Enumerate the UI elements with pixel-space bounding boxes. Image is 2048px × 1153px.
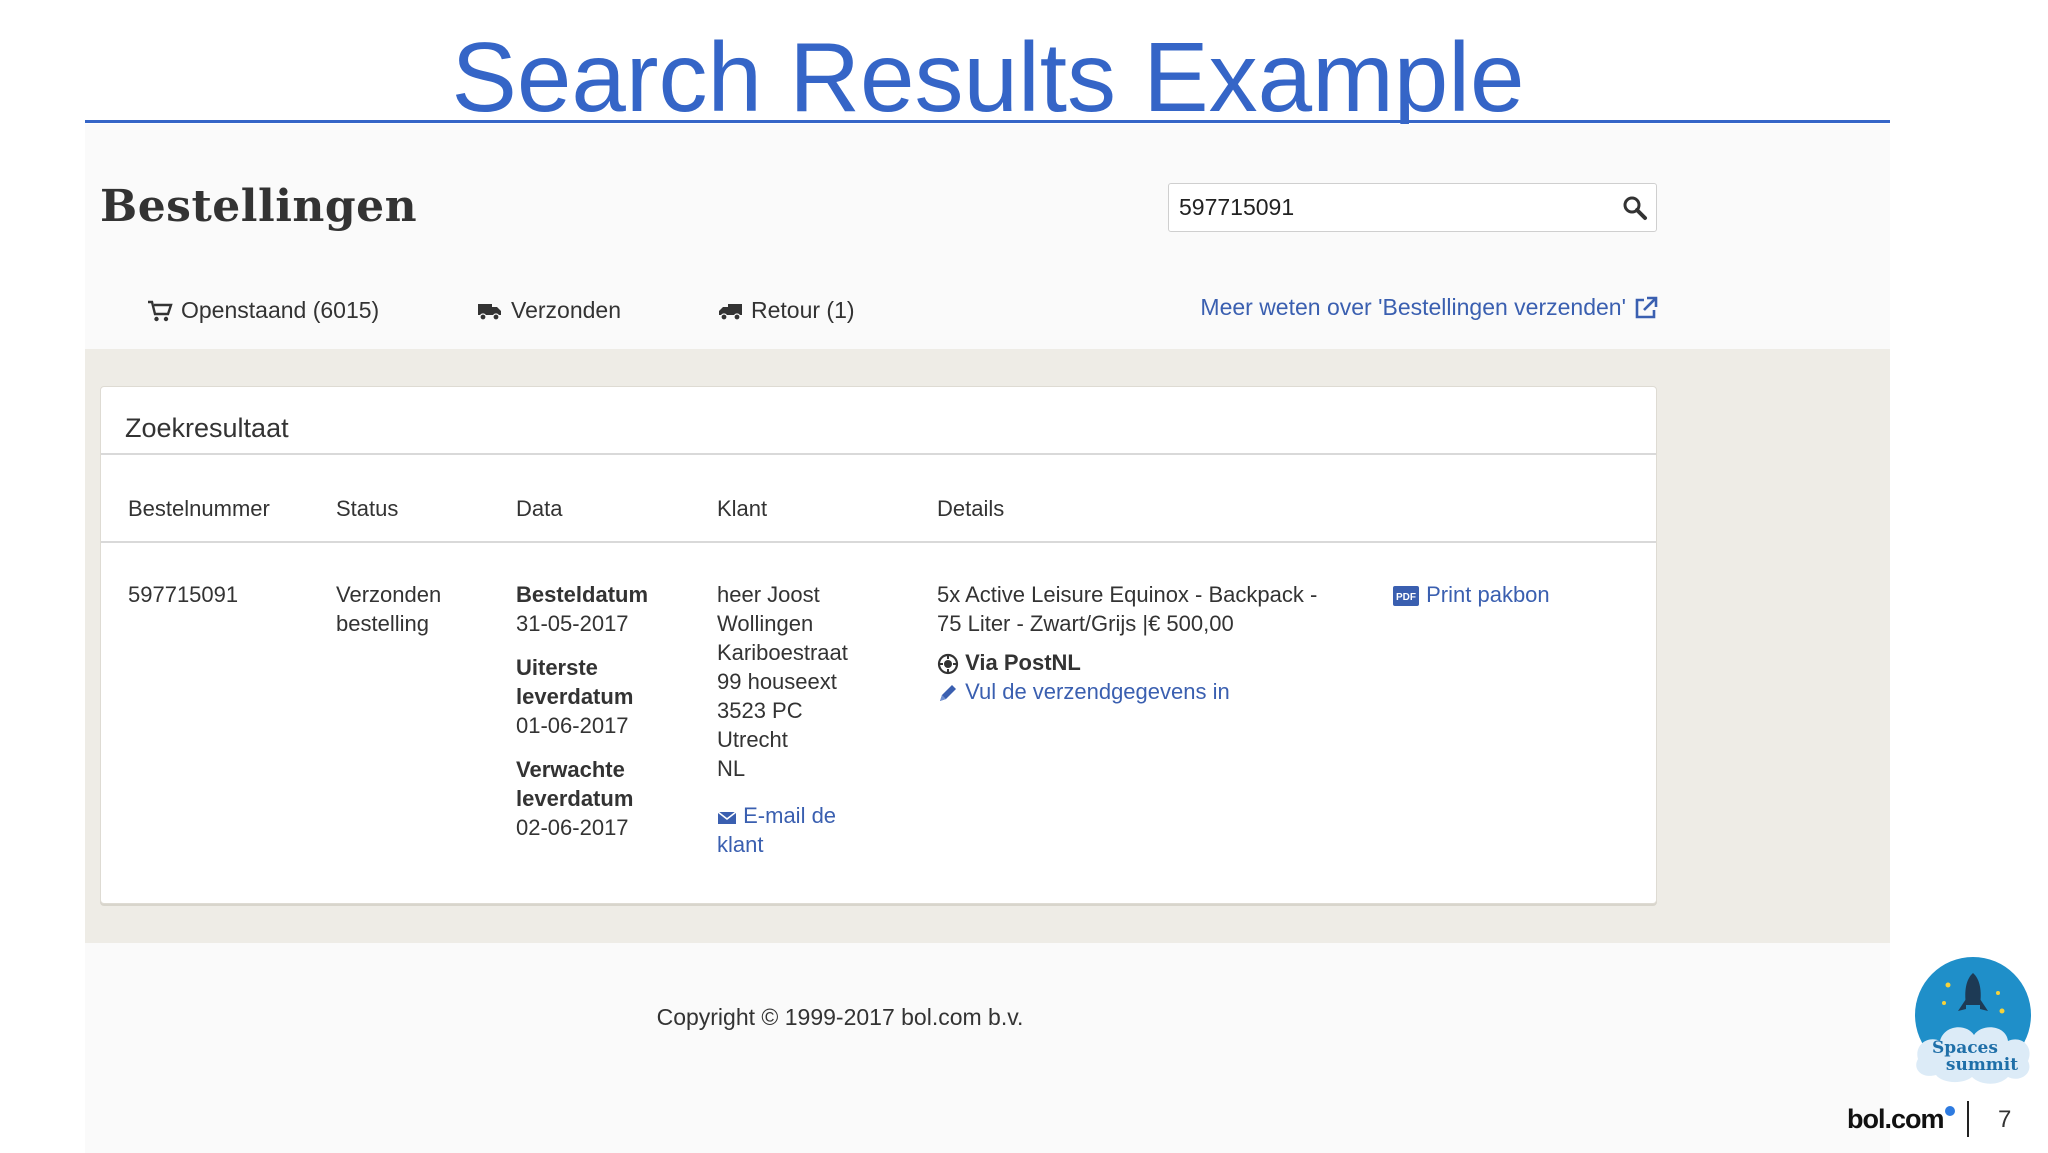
divider (101, 453, 1656, 455)
customer-line: Wollingen (717, 611, 814, 636)
order-dates: Besteldatum 31-05-2017 Uiterste leverdat… (516, 580, 648, 842)
column-header-details: Details (937, 496, 1005, 521)
customer-line: 3523 PC (717, 698, 803, 723)
external-link-icon (1635, 296, 1658, 318)
fill-shipping-label: Vul de verzendgegevens in (965, 679, 1230, 704)
tab-label: Openstaand (6015) (181, 297, 380, 323)
tab-retour[interactable]: Retour (1) (717, 297, 855, 324)
customer-line: heer Joost (717, 582, 820, 607)
results-card: Zoekresultaat Bestelnummer Status Data K… (100, 386, 1657, 904)
footer-separator (1967, 1101, 1969, 1137)
cart-icon (148, 300, 173, 321)
column-header-bestelnummer: Bestelnummer (128, 496, 270, 521)
slide-title: Search Results Example (451, 22, 1525, 132)
product-line: 75 Liter - Zwart/Grijs |€ 500,00 (937, 611, 1234, 636)
customer-line: Kariboestraat (717, 640, 848, 665)
customer-line: Utrecht (717, 727, 788, 752)
product-line: 5x Active Leisure Equinox - Backpack - (937, 582, 1318, 607)
expected-delivery-date: 02-06-2017 (516, 815, 629, 840)
column-header-data: Data (516, 496, 563, 521)
bol-logo: bol.com (1847, 1104, 1955, 1135)
order-date-label: Besteldatum (516, 582, 649, 607)
email-customer-link[interactable]: E-mail de (717, 801, 848, 830)
tab-verzonden[interactable]: Verzonden (477, 297, 621, 324)
column-header-klant: Klant (717, 496, 768, 521)
tab-label: Retour (1) (751, 297, 855, 323)
return-truck-icon (719, 303, 742, 321)
search-icon[interactable] (1622, 195, 1648, 221)
spaces-logo-word: summit (1946, 1055, 2018, 1075)
bol-logo-dot (1944, 1106, 1955, 1116)
tab-openstaand[interactable]: Openstaand (6015) (147, 297, 379, 324)
search-input[interactable] (1179, 184, 1599, 230)
page-title: Bestellingen (100, 181, 418, 232)
print-packing-slip-link[interactable]: PDF Print pakbon (1392, 580, 1550, 609)
print-label: Print pakbon (1426, 582, 1550, 607)
page-number: 7 (1998, 1106, 2012, 1133)
envelope-icon (717, 811, 737, 825)
order-date: 31-05-2017 (516, 611, 629, 636)
order-number: 597715091 (128, 582, 239, 607)
order-status: Verzonden bestelling (336, 580, 441, 638)
svg-text:PDF: PDF (1396, 592, 1416, 603)
info-link-label: Meer weten over 'Bestellingen verzenden' (1200, 294, 1626, 320)
expected-delivery-label: leverdatum (516, 786, 634, 811)
info-link-bestellingen-verzenden[interactable]: Meer weten over 'Bestellingen verzenden' (1200, 294, 1658, 321)
customer-line: 99 houseext (717, 669, 837, 694)
latest-delivery-label: leverdatum (516, 684, 634, 709)
customer-address: heer Joost Wollingen Kariboestraat 99 ho… (717, 580, 848, 859)
shipping-method: Via PostNL (937, 648, 1317, 677)
shipping-method-label: Via PostNL (965, 650, 1081, 675)
shipping-circle-icon (937, 654, 959, 675)
status-line: bestelling (336, 611, 429, 636)
spaces-summit-logo: Spaces summit (1915, 957, 2031, 1084)
expected-delivery-label: Verwachte (516, 757, 625, 782)
email-link-label: E-mail de (743, 803, 837, 828)
seller-dashboard-screenshot: Bestellingen Openstaand (6015) Verzonden (85, 124, 1890, 1153)
pencil-icon (940, 685, 956, 702)
copyright: Copyright © 1999-2017 bol.com b.v. (656, 1004, 1024, 1030)
fill-shipping-details-link[interactable]: Vul de verzendgegevens in (937, 677, 1317, 706)
results-title: Zoekresultaat (125, 413, 289, 443)
latest-delivery-date: 01-06-2017 (516, 713, 629, 738)
truck-icon (478, 303, 501, 321)
customer-line: NL (717, 756, 746, 781)
title-underline (85, 120, 1890, 123)
latest-delivery-label: Uiterste (516, 655, 598, 680)
order-details: 5x Active Leisure Equinox - Backpack - 7… (937, 580, 1317, 706)
pdf-icon: PDF (1393, 586, 1419, 607)
tab-label: Verzonden (511, 297, 621, 323)
email-link-label-line2[interactable]: klant (717, 830, 848, 859)
column-header-status: Status (336, 496, 399, 521)
bol-logo-text: bol.com (1847, 1104, 1945, 1134)
divider (101, 541, 1656, 543)
search-box[interactable] (1168, 183, 1657, 232)
status-line: Verzonden (336, 582, 442, 607)
